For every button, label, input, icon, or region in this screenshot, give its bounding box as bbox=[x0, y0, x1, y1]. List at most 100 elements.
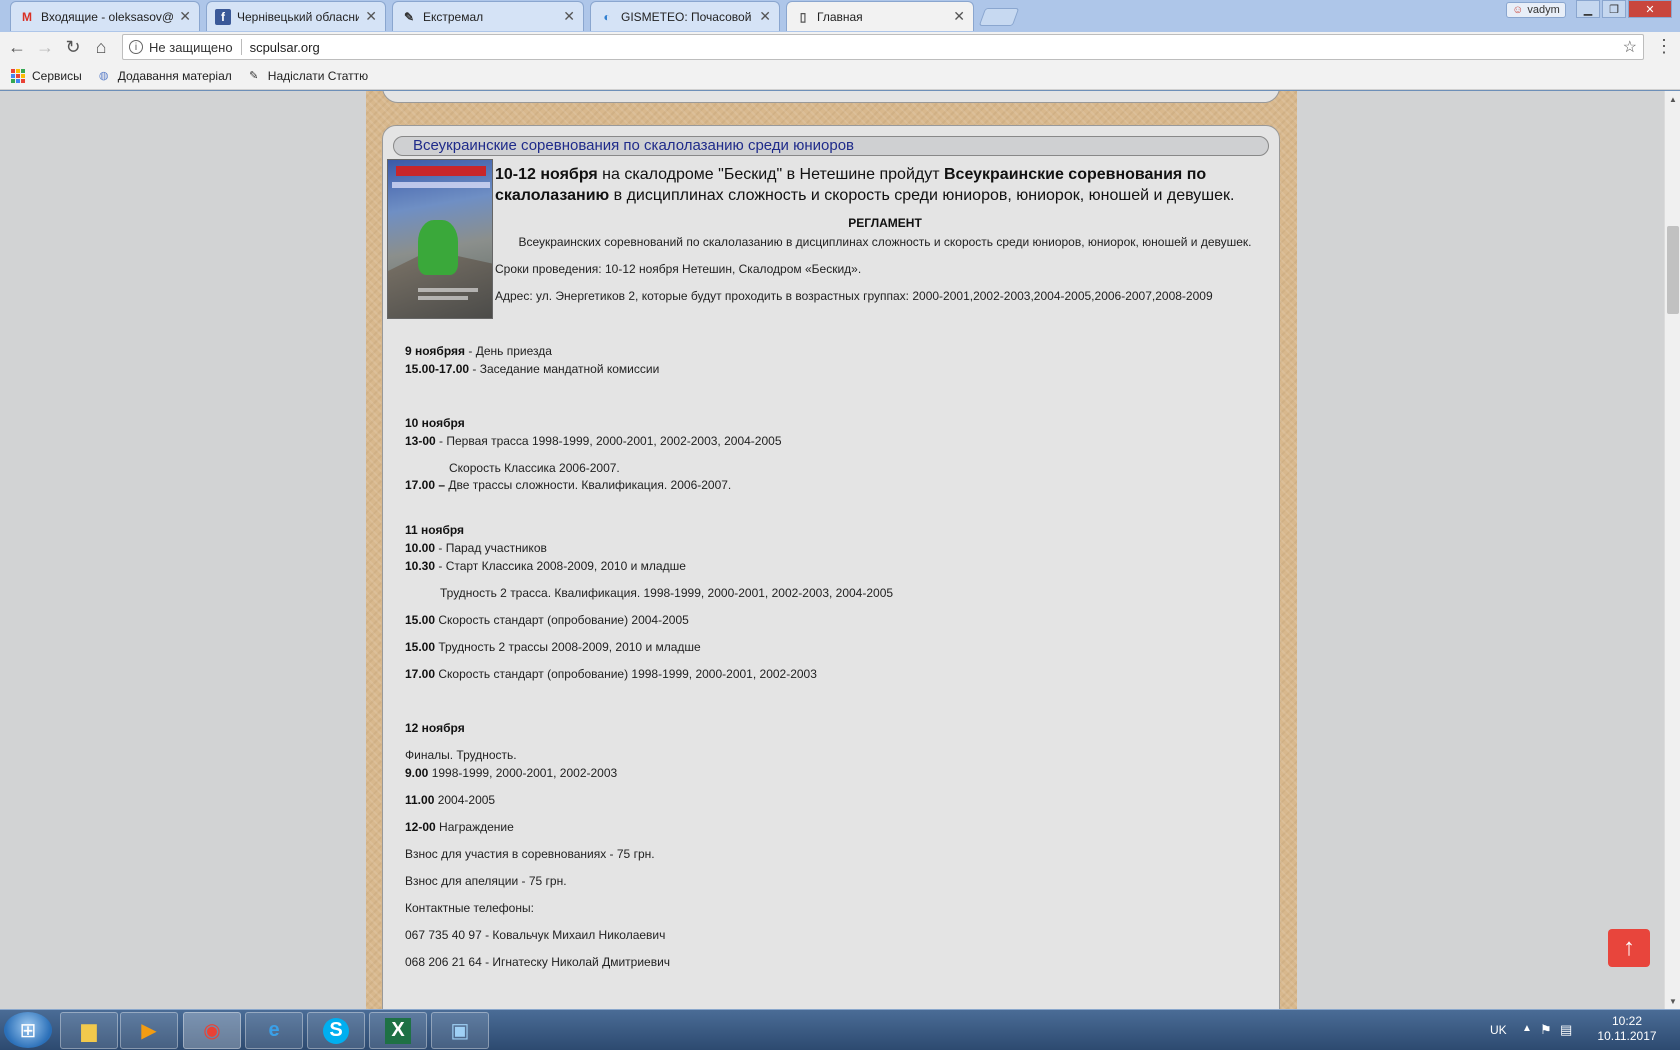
schedule-text: Скорость стандарт (опробование) 1998-199… bbox=[435, 667, 817, 681]
action-center-flag-icon[interactable]: ⚑ bbox=[1540, 1022, 1552, 1038]
schedule-line: 12-00 Награждение bbox=[405, 820, 514, 834]
menu-icon[interactable]: ⋮ bbox=[1654, 36, 1674, 58]
tab-home[interactable]: ▯ Главная ✕ bbox=[786, 1, 974, 31]
internet-explorer-icon: e bbox=[268, 1019, 280, 1041]
profile-name: vadym bbox=[1527, 4, 1560, 16]
schedule-text: Скорость Классика 2006-2007. bbox=[449, 461, 620, 475]
taskbar-media-player[interactable]: ▶ bbox=[120, 1012, 178, 1049]
schedule-line: 11.00 2004-2005 bbox=[405, 793, 495, 807]
reglament-title: РЕГЛАМЕНТ bbox=[848, 216, 922, 230]
schedule-line: 068 206 21 64 - Игнатеску Николай Дмитри… bbox=[405, 955, 670, 969]
address-line: Адрес: ул. Энергетиков 2, которые будут … bbox=[495, 289, 1213, 303]
schedule-line: 10 ноября bbox=[405, 416, 465, 430]
close-icon[interactable]: ✕ bbox=[953, 8, 965, 25]
profile-icon: ☺ bbox=[1512, 4, 1524, 16]
close-icon[interactable]: ✕ bbox=[365, 8, 377, 25]
clock[interactable]: 10:22 10.11.2017 bbox=[1584, 1014, 1670, 1044]
scroll-up-icon[interactable]: ▲ bbox=[1665, 91, 1680, 107]
content-column: Всеукраинские соревнования по скалолазан… bbox=[366, 91, 1297, 1009]
schedule-line: 12 ноября bbox=[405, 721, 465, 735]
schedule-text: - Первая трасса 1998-1999, 2000-2001, 20… bbox=[435, 434, 782, 448]
taskbar-photo-viewer[interactable]: ▣ bbox=[431, 1012, 489, 1049]
url-text[interactable]: scpulsar.org bbox=[250, 40, 1623, 55]
schedule-text: 2004-2005 bbox=[434, 793, 496, 807]
bookmark-label: Додавання матеріал bbox=[117, 68, 232, 83]
bookmark-send-article[interactable]: ✎ Надіслати Статтю bbox=[246, 68, 368, 84]
schedule-line: Взнос для апеляции - 75 грн. bbox=[405, 874, 567, 888]
browser-toolbar: ← → ↻ ⌂ i Не защищено scpulsar.org ☆ ⋮ bbox=[0, 32, 1680, 62]
address-bar[interactable]: i Не защищено scpulsar.org ☆ bbox=[122, 34, 1644, 60]
window-close-button[interactable]: ✕ bbox=[1628, 0, 1672, 18]
language-indicator[interactable]: UK bbox=[1490, 1023, 1507, 1037]
poster-footer-line bbox=[418, 288, 478, 292]
chevron-up-icon[interactable]: ▲ bbox=[1522, 1023, 1532, 1034]
divider bbox=[240, 39, 242, 55]
lead-text: на скалодроме "Бескид" в Нетешине пройду… bbox=[597, 166, 944, 183]
article-title[interactable]: Всеукраинские соревнования по скалолазан… bbox=[393, 136, 1269, 156]
media-player-icon: ▶ bbox=[141, 1020, 157, 1042]
tab-title: Входящие - oleksasov@ bbox=[41, 9, 174, 24]
minimize-button[interactable]: ▁ bbox=[1576, 0, 1600, 18]
bookmark-extremal-icon: ✎ bbox=[249, 70, 259, 82]
article-panel: Всеукраинские соревнования по скалолазан… bbox=[382, 125, 1280, 1009]
schedule-line: 13-00 - Первая трасса 1998-1999, 2000-20… bbox=[405, 434, 782, 448]
schedule-line: Трудность 2 трасса. Квалификация. 1998-1… bbox=[440, 586, 893, 600]
schedule-time: 17.00 – bbox=[405, 478, 446, 492]
tab-extremal[interactable]: ✎ Екстремал ✕ bbox=[392, 1, 584, 31]
chrome-icon: ◉ bbox=[203, 1020, 221, 1042]
schedule-time: 17.00 bbox=[405, 667, 436, 681]
schedule-line: 15.00 Трудность 2 трассы 2008-2009, 2010… bbox=[405, 640, 701, 654]
page-viewport: Всеукраинские соревнования по скалолазан… bbox=[0, 91, 1664, 1009]
schedule-line: 9 ноябряя - День приезда bbox=[405, 344, 552, 358]
poster-banner bbox=[396, 166, 486, 176]
poster-subtitle bbox=[392, 182, 490, 188]
photo-viewer-icon: ▣ bbox=[450, 1020, 470, 1042]
tab-title: Чернівецький обласний bbox=[237, 9, 360, 24]
info-icon[interactable]: i bbox=[129, 40, 143, 54]
bookmark-label: Сервисы bbox=[32, 68, 82, 83]
bookmark-label: Надіслати Статтю bbox=[267, 68, 369, 83]
restore-button[interactable]: ❐ bbox=[1602, 0, 1626, 18]
schedule-time: 10.30 bbox=[405, 559, 436, 573]
bookmark-add-material[interactable]: ◍ Додавання матеріал bbox=[96, 68, 232, 84]
previous-article-panel bbox=[382, 91, 1280, 103]
poster-climber bbox=[418, 220, 458, 275]
close-icon[interactable]: ✕ bbox=[563, 8, 575, 25]
taskbar-skype[interactable]: S bbox=[307, 1012, 365, 1049]
event-poster-image[interactable] bbox=[387, 159, 493, 319]
tab-facebook[interactable]: f Чернівецький обласний ✕ bbox=[206, 1, 386, 31]
windows-logo-icon: ⊞ bbox=[19, 1019, 37, 1042]
excel-icon: X bbox=[385, 1017, 411, 1044]
scroll-thumb[interactable] bbox=[1667, 226, 1679, 314]
network-icon[interactable]: ▤ bbox=[1560, 1022, 1572, 1038]
schedule-text: 1998-1999, 2000-2001, 2002-2003 bbox=[428, 766, 618, 780]
lead-text: в дисциплинах сложность и скорость среди… bbox=[609, 187, 1235, 204]
taskbar-explorer[interactable]: ▆ bbox=[60, 1012, 118, 1049]
new-tab-button[interactable] bbox=[978, 8, 1020, 26]
page-scrollbar[interactable]: ▲ ▼ bbox=[1664, 91, 1680, 1009]
reload-icon[interactable]: ↻ bbox=[62, 36, 84, 58]
bookmark-apps[interactable]: Сервисы bbox=[10, 68, 82, 84]
scroll-down-icon[interactable]: ▼ bbox=[1665, 993, 1680, 1009]
close-icon[interactable]: ✕ bbox=[759, 8, 771, 25]
schedule-line: 10.30 - Старт Классика 2008-2009, 2010 и… bbox=[405, 559, 686, 573]
profile-button[interactable]: ☺ vadym bbox=[1506, 2, 1566, 18]
home-icon[interactable]: ⌂ bbox=[90, 36, 112, 58]
tab-gismeteo[interactable]: ◐ GISMETEO: Почасовой п ✕ bbox=[590, 1, 780, 31]
start-button[interactable]: ⊞ bbox=[4, 1012, 52, 1048]
tab-gmail[interactable]: M Входящие - oleksasov@ ✕ bbox=[10, 1, 200, 31]
schedule-time: 12 ноября bbox=[405, 721, 465, 735]
schedule-text: - Парад участников bbox=[435, 541, 547, 555]
schedule-line: Взнос для участия в соревнованиях - 75 г… bbox=[405, 847, 655, 861]
taskbar-chrome[interactable]: ◉ bbox=[183, 1012, 241, 1049]
tab-title: Главная bbox=[817, 9, 863, 24]
schedule-time: 11.00 bbox=[405, 793, 435, 807]
back-to-top-button[interactable]: ↑ bbox=[1608, 929, 1650, 967]
star-icon[interactable]: ☆ bbox=[1623, 37, 1637, 57]
forward-icon[interactable]: → bbox=[34, 36, 56, 58]
taskbar-internet-explorer[interactable]: e bbox=[245, 1012, 303, 1049]
taskbar-excel[interactable]: X bbox=[369, 1012, 427, 1049]
close-icon[interactable]: ✕ bbox=[179, 8, 191, 25]
facebook-icon: f bbox=[215, 8, 231, 25]
back-icon[interactable]: ← bbox=[6, 36, 28, 58]
